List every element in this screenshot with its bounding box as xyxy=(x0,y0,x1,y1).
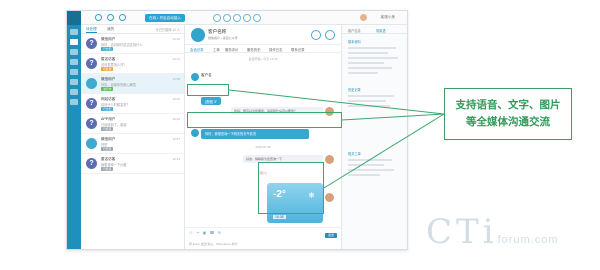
pointer-line-text xyxy=(341,113,445,121)
watermark-domain: forum.com xyxy=(497,234,559,246)
feature-callout: 支持语音、文字、图片 等全媒体沟通交流 xyxy=(444,88,572,140)
callout-line-1: 支持语音、文字、图片 xyxy=(455,99,561,111)
pointer-line-voice xyxy=(228,89,445,115)
watermark-brand: CTi xyxy=(426,212,498,252)
pointer-line-image xyxy=(323,113,445,189)
watermark: CTiforum.com xyxy=(426,212,559,252)
callout-line-2: 等全媒体沟通交流 xyxy=(466,116,550,128)
